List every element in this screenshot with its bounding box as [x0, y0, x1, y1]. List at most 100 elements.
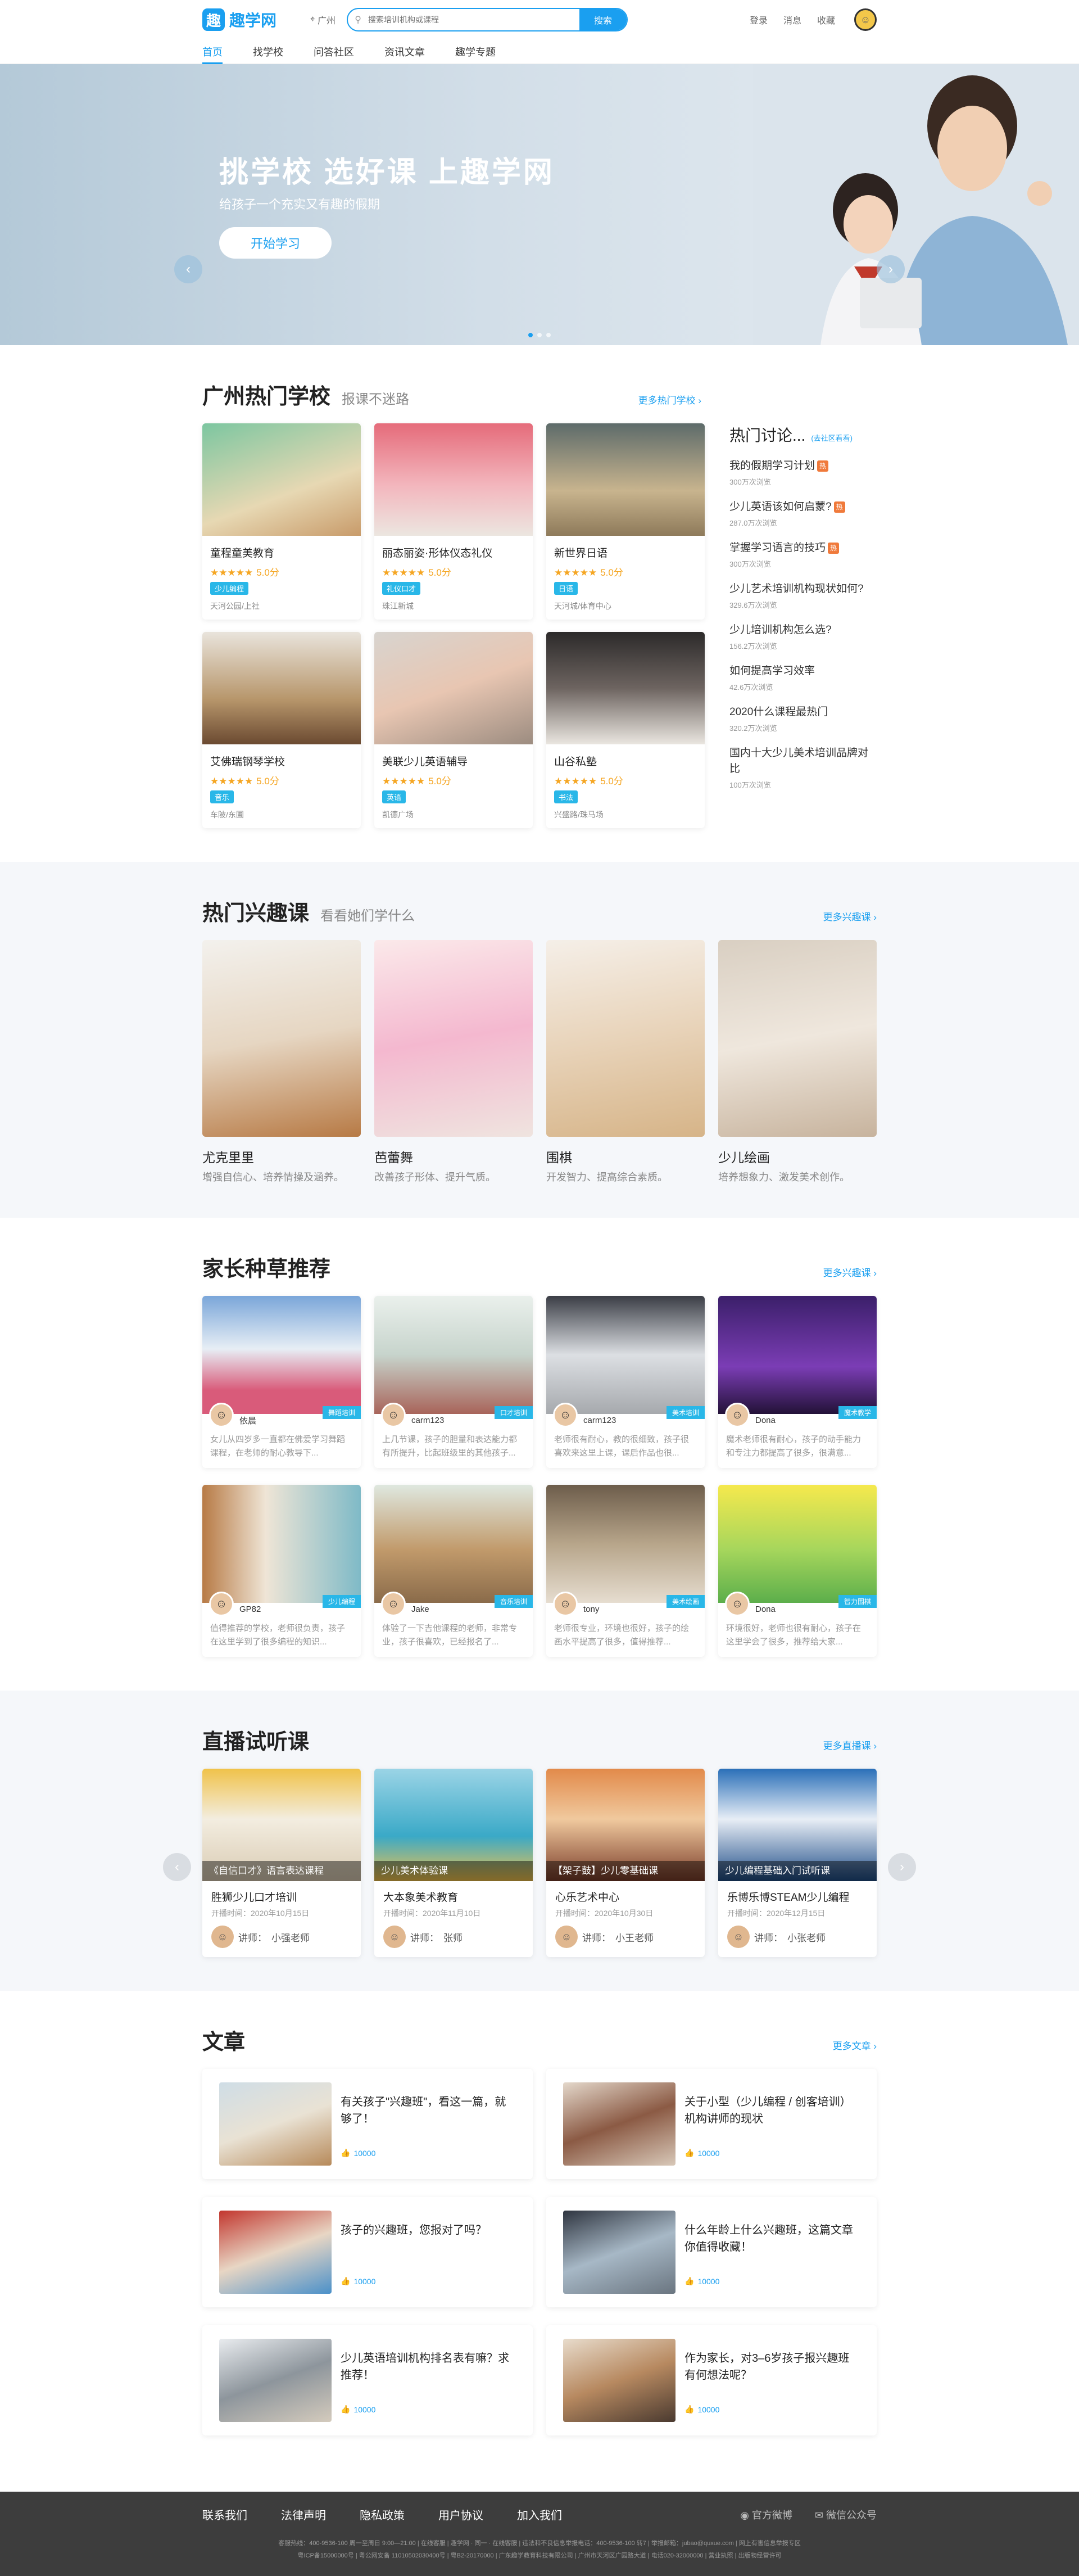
user-avatar[interactable]: ☺: [854, 8, 877, 31]
footer-link-legal[interactable]: 法律声明: [281, 2506, 326, 2523]
school-photo: [546, 632, 705, 744]
banner-next-arrow-icon[interactable]: ›: [877, 255, 905, 283]
school-name: 山谷私塾: [554, 756, 597, 768]
more-articles-link[interactable]: 更多文章 ›: [833, 2038, 877, 2052]
wechat-link[interactable]: ✉ 微信公众号: [815, 2507, 877, 2522]
city-label: 广州: [318, 16, 336, 26]
site-logo[interactable]: 趣 趣学网: [202, 8, 276, 31]
interest-card[interactable]: 围棋 开发智力、提高综合素质。: [546, 940, 705, 1184]
city-selector[interactable]: ⌖ 广州: [310, 13, 336, 26]
nav-find-school[interactable]: 找学校: [253, 39, 283, 64]
recommend-card[interactable]: ☺ tony 美术绘画 老师很专业，环境也很好，孩子的绘画水平提高了很多，值得推荐.…: [546, 1485, 705, 1657]
favorites-link[interactable]: 收藏: [817, 13, 835, 26]
rating-stars: ★★★★★ 5.0分: [210, 564, 353, 579]
school-card[interactable]: 美联少儿英语辅导 ★★★★★ 5.0分 英语 凯德广场: [374, 632, 533, 828]
recommend-card[interactable]: ☺ carm123 美术培训 老师很有耐心，教的很细致，孩子很喜欢来这里上课，课后作…: [546, 1296, 705, 1468]
like-count: 10000: [697, 2405, 720, 2414]
discussion-views: 300万次浏览: [729, 560, 771, 568]
school-card[interactable]: 山谷私塾 ★★★★★ 5.0分 书法 兴盛路/珠马场: [546, 632, 705, 828]
discussion-item[interactable]: 少儿艺术培训机构现状如何? 329.6万次浏览: [729, 581, 877, 610]
recommend-card[interactable]: ☺ Jake 音乐培训 体验了一下吉他课程的老师，非常专业，孩子很喜欢，已经报名了.…: [374, 1485, 533, 1657]
recommend-card[interactable]: ☺ 依晨 舞蹈培训 女儿从四岁多一直都在佛爱学习舞蹈课程，在老师的耐心教导下...: [202, 1296, 361, 1468]
weibo-label: 官方微博: [751, 2509, 792, 2521]
footer-link-privacy[interactable]: 隐私政策: [360, 2506, 405, 2523]
live-course-name: 大本象美术教育: [383, 1892, 459, 1904]
banner-dot[interactable]: [546, 333, 551, 337]
school-card[interactable]: 艾佛瑞钢琴学校 ★★★★★ 5.0分 音乐 车陂/东圃: [202, 632, 361, 828]
section-title: 家长种草推荐: [202, 1258, 331, 1281]
article-card[interactable]: 作为家长，对3–6岁孩子报兴趣班有何想法呢？ 👍 10000: [546, 2325, 877, 2435]
interest-card[interactable]: 尤克里里 增强自信心、培养情操及涵养。: [202, 940, 361, 1184]
recommend-card[interactable]: ☺ carm123 口才培训 上几节课，孩子的胆量和表达能力都有所提升，比起班级里的…: [374, 1296, 533, 1468]
school-address: 兴盛路/珠马场: [554, 810, 604, 819]
article-card[interactable]: 少儿英语培训机构排名表有嘛？求推荐！ 👍 10000: [202, 2325, 533, 2435]
teacher-name: 小张老师: [787, 1932, 826, 1944]
discussion-item[interactable]: 我的假期学习计划热 300万次浏览: [729, 458, 877, 487]
user-name: GP82: [239, 1604, 261, 1614]
footer-link-contact[interactable]: 联系我们: [202, 2506, 247, 2523]
live-next-arrow-icon[interactable]: ›: [888, 1853, 916, 1881]
search-input[interactable]: [368, 9, 580, 30]
section-subtitle: 看看她们学什么: [320, 909, 415, 924]
article-title: 有关孩子"兴趣班"，看这一篇，就够了！: [341, 2096, 506, 2125]
review-text: 魔术老师很有耐心，孩子的动手能力和专注力都提高了很多，很满意...: [726, 1435, 862, 1458]
discussion-item[interactable]: 国内十大少儿美术培训品牌对比 100万次浏览: [729, 745, 877, 790]
live-card[interactable]: 少儿编程基础入门试听课 乐博乐博STEAM少儿编程 开播时间：2020年12月1…: [718, 1769, 877, 1957]
school-card[interactable]: 童程童美教育 ★★★★★ 5.0分 少儿编程 天河公园/上社: [202, 423, 361, 620]
star-icons: ★★★★★: [210, 567, 253, 578]
more-schools-link[interactable]: 更多热门学校 ›: [638, 392, 701, 406]
discussion-views: 300万次浏览: [729, 478, 771, 486]
school-card[interactable]: 新世界日语 ★★★★★ 5.0分 日语 天河城/体育中心: [546, 423, 705, 620]
start-learning-button[interactable]: 开始学习: [219, 227, 332, 259]
discussion-item[interactable]: 如何提高学习效率 42.6万次浏览: [729, 663, 877, 692]
interest-card[interactable]: 芭蕾舞 改善孩子形体、提升气质。: [374, 940, 533, 1184]
nav-qa-community[interactable]: 问答社区: [314, 39, 354, 64]
discussion-item[interactable]: 少儿英语该如何启蒙? 热 287.0万次浏览: [729, 499, 877, 528]
discussion-question: 如何提高学习效率: [729, 665, 815, 677]
category-tag: 日语: [554, 582, 578, 595]
article-card[interactable]: 孩子的兴趣班，您报对了吗？ 👍 10000: [202, 2197, 533, 2307]
more-live-link[interactable]: 更多直播课 ›: [823, 1738, 877, 1752]
banner-dot[interactable]: [537, 333, 542, 337]
recommend-card[interactable]: ☺ Dona 魔术教学 魔术老师很有耐心，孩子的动手能力和专注力都提高了很多，很满意…: [718, 1296, 877, 1468]
nav-topics[interactable]: 趣学专题: [455, 39, 496, 64]
review-text: 上几节课，孩子的胆量和表达能力都有所提升，比起班级里的其他孩子...: [382, 1435, 518, 1458]
rating-score: 5.0分: [256, 776, 279, 787]
discussion-item[interactable]: 2020什么课程最热门 320.2万次浏览: [729, 704, 877, 733]
school-address: 车陂/东圃: [210, 810, 244, 819]
article-card[interactable]: 有关孩子"兴趣班"，看这一篇，就够了！ 👍 10000: [202, 2069, 533, 2179]
footer-link-join[interactable]: 加入我们: [517, 2506, 562, 2523]
recommend-card[interactable]: ☺ GP82 少儿编程 值得推荐的学校，老师很负责，孩子在这里学到了很多编程的知识.…: [202, 1485, 361, 1657]
banner-dot[interactable]: [528, 333, 533, 337]
discussion-item[interactable]: 少儿培训机构怎么选? 156.2万次浏览: [729, 622, 877, 651]
rating-score: 5.0分: [428, 776, 451, 787]
more-interest-link[interactable]: 更多兴趣课 ›: [823, 909, 877, 923]
live-prev-arrow-icon[interactable]: ‹: [163, 1853, 191, 1881]
footer-link-terms[interactable]: 用户协议: [438, 2506, 483, 2523]
user-name: 依晨: [239, 1416, 257, 1426]
school-card[interactable]: 丽态丽姿·形体仪态礼仪 ★★★★★ 5.0分 礼仪口才 珠江新城: [374, 423, 533, 620]
nav-articles[interactable]: 资讯文章: [384, 39, 425, 64]
live-card[interactable]: 少儿美术体验课 大本象美术教育 开播时间：2020年11月10日 ☺ 讲师： 张师: [374, 1769, 533, 1957]
discussion-item[interactable]: 掌握学习语言的技巧热 300万次浏览: [729, 540, 877, 569]
top-header: 趣 趣学网 ⌖ 广州 ⚲ 搜索 登录 消息 收藏 ☺: [0, 0, 1079, 39]
live-card[interactable]: 【架子鼓】少儿零基础课 心乐艺术中心 开播时间：2020年10月30日 ☺ 讲师：…: [546, 1769, 705, 1957]
login-link[interactable]: 登录: [750, 13, 768, 26]
live-classes-section: 直播试听课 更多直播课 › ‹ › 《自信口才》语言表达课程 胜狮少儿口才培训 …: [0, 1691, 1079, 1991]
live-card[interactable]: 《自信口才》语言表达课程 胜狮少儿口才培训 开播时间：2020年10月15日 ☺…: [202, 1769, 361, 1957]
course-description: 开发智力、提高综合素质。: [546, 1172, 668, 1183]
banner-prev-arrow-icon[interactable]: ‹: [174, 255, 202, 283]
discussion-views: 329.6万次浏览: [729, 601, 777, 609]
more-recommend-link[interactable]: 更多兴趣课 ›: [823, 1265, 877, 1279]
interest-card[interactable]: 少儿绘画 培养想象力、激发美术创作。: [718, 940, 877, 1184]
weibo-link[interactable]: ◉ 官方微博: [740, 2507, 792, 2522]
article-card[interactable]: 什么年龄上什么兴趣班，这篇文章你值得收藏！ 👍 10000: [546, 2197, 877, 2307]
thumbs-up-icon: 👍: [341, 2276, 351, 2285]
recommend-card[interactable]: ☺ Dona 智力围棋 环境很好，老师也很有耐心，孩子在这里学会了很多，推荐给大家.…: [718, 1485, 877, 1657]
article-card[interactable]: 关于小型（少儿编程 / 创客培训）机构讲师的现状 👍 10000: [546, 2069, 877, 2179]
nav-home[interactable]: 首页: [202, 39, 223, 64]
community-link[interactable]: (去社区看看): [811, 432, 853, 443]
messages-link[interactable]: 消息: [783, 13, 801, 26]
search-button[interactable]: 搜索: [579, 9, 627, 30]
rating-stars: ★★★★★ 5.0分: [382, 564, 525, 579]
